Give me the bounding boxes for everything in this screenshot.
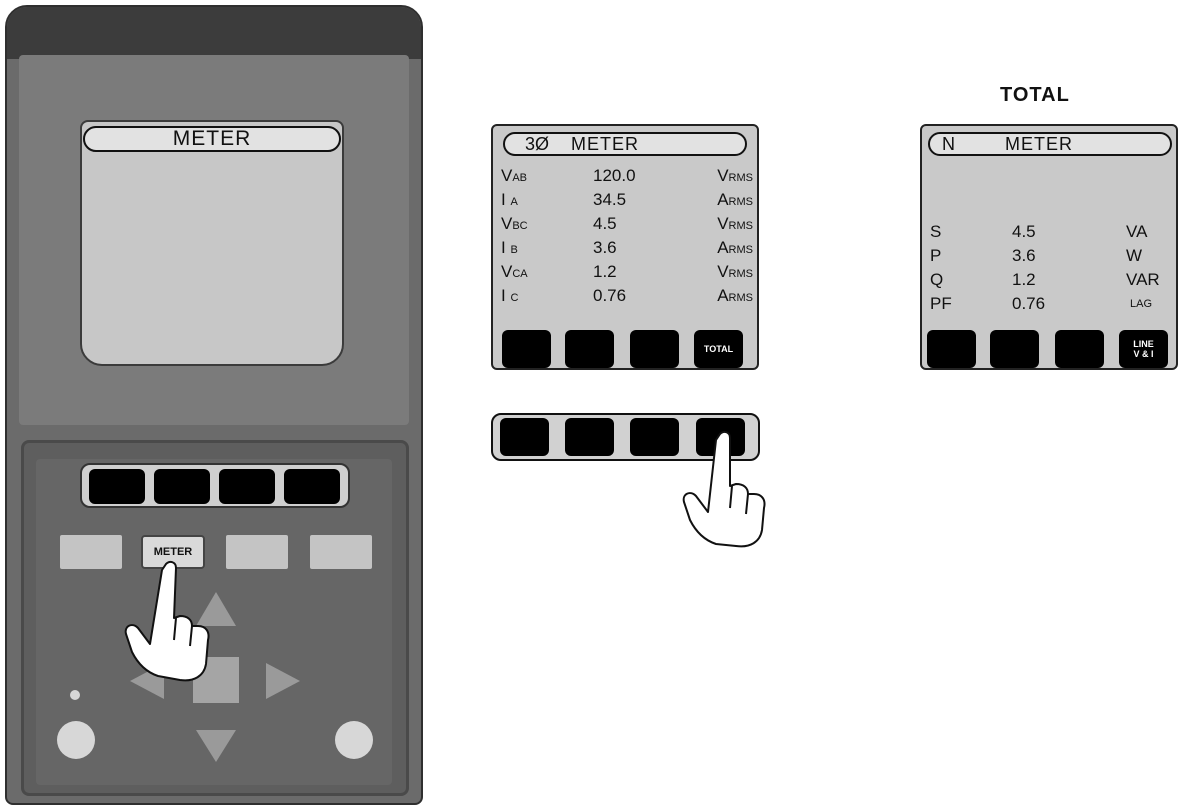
- row-unit: VRMS: [717, 214, 753, 233]
- lcd-title: METER: [1005, 133, 1073, 154]
- row-unit: ARMS: [717, 238, 753, 257]
- row-unit: W: [1126, 246, 1143, 265]
- device-screen: [80, 120, 344, 366]
- row-value: 0.76: [593, 286, 627, 305]
- device-softkey-4[interactable]: [284, 469, 340, 504]
- row-value: 4.5: [593, 214, 617, 233]
- row-unit: LAG: [1130, 298, 1153, 310]
- row-label: PF: [930, 294, 952, 313]
- device-softkey-row: [80, 463, 350, 508]
- round-button-right[interactable]: [335, 721, 373, 759]
- row-value: 3.6: [1012, 246, 1036, 265]
- device-softkey-1[interactable]: [89, 469, 145, 504]
- row-value: 0.76: [1012, 294, 1046, 313]
- measurement-row: Q 1.2 VAR: [930, 270, 1176, 294]
- row-unit: VRMS: [717, 166, 753, 185]
- pointing-hand-icon: [682, 430, 766, 548]
- lcd-title-bar: N METER: [928, 132, 1172, 156]
- device-function-button-1[interactable]: [60, 535, 122, 569]
- lcd-softkey-3[interactable]: [1055, 330, 1104, 368]
- row-value: 3.6: [593, 238, 617, 257]
- row-unit: VA: [1126, 222, 1148, 241]
- measurement-row: I A 34.5 ARMS: [501, 190, 753, 214]
- device-function-button-3[interactable]: [226, 535, 288, 569]
- indicator-led: [70, 690, 80, 700]
- measurement-row: VBC 4.5 VRMS: [501, 214, 753, 238]
- measurement-row: VCA 1.2 VRMS: [501, 262, 753, 286]
- row-value: 1.2: [593, 262, 617, 281]
- lcd-softkey-2[interactable]: [990, 330, 1039, 368]
- total-heading: TOTAL: [1000, 84, 1070, 106]
- row-value: 120.0: [593, 166, 636, 185]
- measurement-row: I B 3.6 ARMS: [501, 238, 753, 262]
- row-label: I C: [501, 286, 519, 305]
- phase-indicator: 3Ø: [525, 133, 550, 154]
- measurement-row: I C 0.76 ARMS: [501, 286, 753, 310]
- device-softkey-2[interactable]: [154, 469, 210, 504]
- measurement-row: VAB 120.0 VRMS: [501, 166, 753, 190]
- lcd-softkey-1[interactable]: [502, 330, 551, 368]
- total-softkey[interactable]: TOTAL: [694, 330, 743, 368]
- lcd-softkey-2[interactable]: [565, 330, 614, 368]
- device-top-band: [7, 7, 421, 59]
- row-unit: VRMS: [717, 262, 753, 281]
- arrow-right-icon[interactable]: [266, 663, 300, 699]
- device-function-button-4[interactable]: [310, 535, 372, 569]
- device-softkey-3[interactable]: [219, 469, 275, 504]
- row-label: I B: [501, 238, 518, 257]
- closeup-softkey-3[interactable]: [630, 418, 679, 456]
- row-value: 34.5: [593, 190, 627, 209]
- arrow-down-icon[interactable]: [196, 730, 236, 762]
- softkey-label-line1: LINE: [1133, 339, 1154, 349]
- softkey-label-line2: V & I: [1133, 349, 1154, 359]
- device-screen-title: METER: [83, 126, 341, 152]
- round-button-left[interactable]: [57, 721, 95, 759]
- row-label: P: [930, 246, 942, 265]
- measurement-row: PF 0.76 LAG: [930, 294, 1176, 318]
- lcd-title-bar: 3Ø METER: [503, 132, 747, 156]
- line-vi-softkey[interactable]: LINE V & I: [1119, 330, 1168, 368]
- row-unit: ARMS: [717, 190, 753, 209]
- row-unit: ARMS: [717, 286, 753, 305]
- measurement-row: S 4.5 VA: [930, 222, 1176, 246]
- row-value: 4.5: [1012, 222, 1036, 241]
- row-label: VBC: [501, 214, 528, 233]
- measurement-row: P 3.6 W: [930, 246, 1176, 270]
- lcd-softkey-1[interactable]: [927, 330, 976, 368]
- closeup-softkey-2[interactable]: [565, 418, 614, 456]
- meter-lcd-panel: 3Ø METER VAB 120.0 VRMS I A 34.5 ARMS VB…: [491, 124, 759, 370]
- row-label: Q: [930, 270, 944, 289]
- pointing-hand-icon: [124, 560, 210, 682]
- row-unit: VAR: [1126, 270, 1160, 289]
- neutral-indicator: N: [942, 133, 955, 154]
- row-label: I A: [501, 190, 518, 209]
- lcd-title: METER: [571, 133, 640, 154]
- row-label: VAB: [501, 166, 528, 185]
- row-label: VCA: [501, 262, 528, 281]
- lcd-softkey-3[interactable]: [630, 330, 679, 368]
- row-value: 1.2: [1012, 270, 1036, 289]
- row-label: S: [930, 222, 942, 241]
- closeup-softkey-1[interactable]: [500, 418, 549, 456]
- total-lcd-panel: N METER S 4.5 VA P 3.6 W Q 1.2 VAR PF 0.…: [920, 124, 1178, 370]
